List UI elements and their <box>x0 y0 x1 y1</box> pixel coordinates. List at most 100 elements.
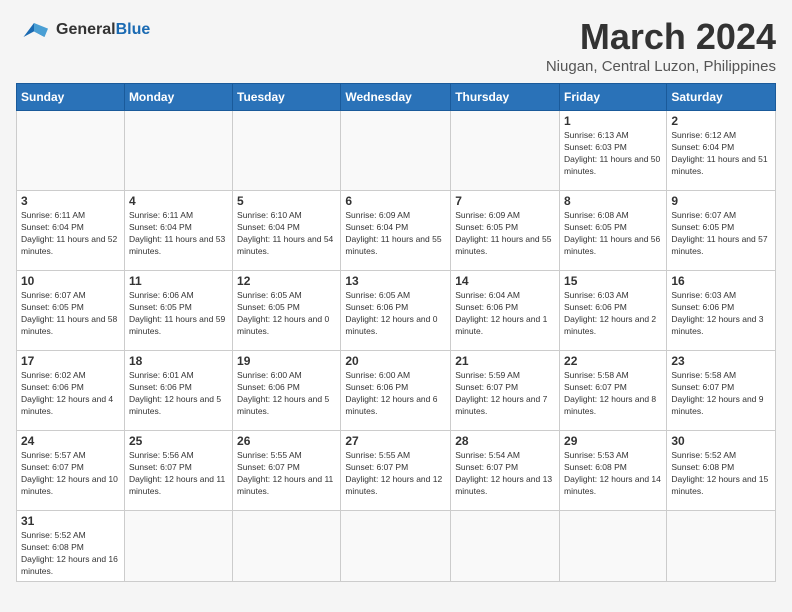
calendar-cell: 11 Sunrise: 6:06 AMSunset: 6:05 PMDayligh… <box>124 271 232 351</box>
day-number: 24 <box>21 434 120 448</box>
day-info: Sunrise: 6:00 AMSunset: 6:06 PMDaylight:… <box>345 370 446 418</box>
calendar-cell: 4 Sunrise: 6:11 AMSunset: 6:04 PMDaylight… <box>124 191 232 271</box>
day-info: Sunrise: 5:54 AMSunset: 6:07 PMDaylight:… <box>455 450 555 498</box>
calendar-week-row: 24Sunrise: 5:57 AMSunset: 6:07 PMDayligh… <box>17 431 776 511</box>
day-info: Sunrise: 5:53 AMSunset: 6:08 PMDaylight:… <box>564 450 662 498</box>
calendar-cell <box>233 111 341 191</box>
calendar-cell: 31 Sunrise: 5:52 AMSunset: 6:08 PMDayligh… <box>17 511 125 582</box>
day-info: Sunrise: 5:59 AMSunset: 6:07 PMDaylight:… <box>455 370 555 418</box>
calendar-cell: 20 Sunrise: 6:00 AMSunset: 6:06 PMDayligh… <box>341 351 451 431</box>
calendar-table: SundayMondayTuesdayWednesdayThursdayFrid… <box>16 83 776 582</box>
day-number: 15 <box>564 274 662 288</box>
day-number: 17 <box>21 354 120 368</box>
generalblue-logo-icon <box>16 16 52 44</box>
column-header-monday: Monday <box>124 84 232 111</box>
calendar-cell: 2 Sunrise: 6:12 AMSunset: 6:04 PMDaylight… <box>667 111 776 191</box>
calendar-cell: 18Sunrise: 6:01 AMSunset: 6:06 PMDayligh… <box>124 351 232 431</box>
day-info: Sunrise: 6:11 AMSunset: 6:04 PMDaylight:… <box>21 210 120 258</box>
calendar-cell: 12Sunrise: 6:05 AMSunset: 6:05 PMDayligh… <box>233 271 341 351</box>
day-number: 12 <box>237 274 336 288</box>
day-info: Sunrise: 5:56 AMSunset: 6:07 PMDaylight:… <box>129 450 228 498</box>
calendar-cell: 7 Sunrise: 6:09 AMSunset: 6:05 PMDaylight… <box>451 191 560 271</box>
calendar-cell: 13 Sunrise: 6:05 AMSunset: 6:06 PMDayligh… <box>341 271 451 351</box>
day-number: 20 <box>345 354 446 368</box>
day-info: Sunrise: 6:11 AMSunset: 6:04 PMDaylight:… <box>129 210 228 258</box>
calendar-week-row: 31 Sunrise: 5:52 AMSunset: 6:08 PMDayligh… <box>17 511 776 582</box>
day-info: Sunrise: 5:55 AMSunset: 6:07 PMDaylight:… <box>345 450 446 498</box>
column-header-saturday: Saturday <box>667 84 776 111</box>
day-number: 5 <box>237 194 336 208</box>
day-info: Sunrise: 6:04 AMSunset: 6:06 PMDaylight:… <box>455 290 555 338</box>
calendar-cell <box>667 511 776 582</box>
calendar-cell: 23 Sunrise: 5:58 AMSunset: 6:07 PMDayligh… <box>667 351 776 431</box>
day-info: Sunrise: 5:52 AMSunset: 6:08 PMDaylight:… <box>21 530 120 578</box>
day-number: 13 <box>345 274 446 288</box>
calendar-cell: 24Sunrise: 5:57 AMSunset: 6:07 PMDayligh… <box>17 431 125 511</box>
calendar-cell <box>451 111 560 191</box>
calendar-cell <box>124 111 232 191</box>
day-info: Sunrise: 6:07 AMSunset: 6:05 PMDaylight:… <box>671 210 771 258</box>
calendar-cell: 28 Sunrise: 5:54 AMSunset: 6:07 PMDayligh… <box>451 431 560 511</box>
day-number: 31 <box>21 514 120 528</box>
day-number: 29 <box>564 434 662 448</box>
day-info: Sunrise: 5:58 AMSunset: 6:07 PMDaylight:… <box>564 370 662 418</box>
calendar-week-row: 17 Sunrise: 6:02 AMSunset: 6:06 PMDayligh… <box>17 351 776 431</box>
column-header-thursday: Thursday <box>451 84 560 111</box>
day-number: 9 <box>671 194 771 208</box>
calendar-week-row: 3 Sunrise: 6:11 AMSunset: 6:04 PMDaylight… <box>17 191 776 271</box>
day-number: 21 <box>455 354 555 368</box>
day-number: 16 <box>671 274 771 288</box>
day-number: 2 <box>671 114 771 128</box>
title-area: March 2024 Niugan, Central Luzon, Philip… <box>546 16 776 75</box>
day-info: Sunrise: 5:52 AMSunset: 6:08 PMDaylight:… <box>671 450 771 498</box>
day-info: Sunrise: 6:05 AMSunset: 6:06 PMDaylight:… <box>345 290 446 338</box>
column-header-friday: Friday <box>560 84 667 111</box>
day-number: 14 <box>455 274 555 288</box>
day-number: 18 <box>129 354 228 368</box>
column-header-sunday: Sunday <box>17 84 125 111</box>
day-info: Sunrise: 5:58 AMSunset: 6:07 PMDaylight:… <box>671 370 771 418</box>
day-number: 4 <box>129 194 228 208</box>
calendar-title: March 2024 <box>546 16 776 58</box>
column-header-wednesday: Wednesday <box>341 84 451 111</box>
calendar-cell: 5Sunrise: 6:10 AMSunset: 6:04 PMDaylight… <box>233 191 341 271</box>
calendar-cell: 1Sunrise: 6:13 AMSunset: 6:03 PMDaylight… <box>560 111 667 191</box>
calendar-cell <box>124 511 232 582</box>
day-info: Sunrise: 6:06 AMSunset: 6:05 PMDaylight:… <box>129 290 228 338</box>
day-info: Sunrise: 6:03 AMSunset: 6:06 PMDaylight:… <box>564 290 662 338</box>
calendar-week-row: 10Sunrise: 6:07 AMSunset: 6:05 PMDayligh… <box>17 271 776 351</box>
day-info: Sunrise: 6:03 AMSunset: 6:06 PMDaylight:… <box>671 290 771 338</box>
calendar-cell: 10Sunrise: 6:07 AMSunset: 6:05 PMDayligh… <box>17 271 125 351</box>
day-number: 23 <box>671 354 771 368</box>
day-number: 11 <box>129 274 228 288</box>
day-info: Sunrise: 6:12 AMSunset: 6:04 PMDaylight:… <box>671 130 771 178</box>
calendar-cell <box>451 511 560 582</box>
calendar-cell: 16 Sunrise: 6:03 AMSunset: 6:06 PMDayligh… <box>667 271 776 351</box>
calendar-cell <box>17 111 125 191</box>
day-number: 19 <box>237 354 336 368</box>
calendar-week-row: 1Sunrise: 6:13 AMSunset: 6:03 PMDaylight… <box>17 111 776 191</box>
day-number: 22 <box>564 354 662 368</box>
calendar-cell: 21 Sunrise: 5:59 AMSunset: 6:07 PMDayligh… <box>451 351 560 431</box>
day-info: Sunrise: 6:09 AMSunset: 6:05 PMDaylight:… <box>455 210 555 258</box>
calendar-cell: 14 Sunrise: 6:04 AMSunset: 6:06 PMDayligh… <box>451 271 560 351</box>
day-number: 6 <box>345 194 446 208</box>
day-info: Sunrise: 6:02 AMSunset: 6:06 PMDaylight:… <box>21 370 120 418</box>
day-number: 8 <box>564 194 662 208</box>
calendar-cell: 9 Sunrise: 6:07 AMSunset: 6:05 PMDaylight… <box>667 191 776 271</box>
calendar-cell: 30Sunrise: 5:52 AMSunset: 6:08 PMDayligh… <box>667 431 776 511</box>
day-info: Sunrise: 6:00 AMSunset: 6:06 PMDaylight:… <box>237 370 336 418</box>
day-number: 27 <box>345 434 446 448</box>
day-info: Sunrise: 6:09 AMSunset: 6:04 PMDaylight:… <box>345 210 446 258</box>
day-number: 25 <box>129 434 228 448</box>
calendar-cell: 6 Sunrise: 6:09 AMSunset: 6:04 PMDaylight… <box>341 191 451 271</box>
calendar-cell: 22 Sunrise: 5:58 AMSunset: 6:07 PMDayligh… <box>560 351 667 431</box>
calendar-cell: 8Sunrise: 6:08 AMSunset: 6:05 PMDaylight… <box>560 191 667 271</box>
day-number: 7 <box>455 194 555 208</box>
calendar-cell: 27 Sunrise: 5:55 AMSunset: 6:07 PMDayligh… <box>341 431 451 511</box>
day-number: 3 <box>21 194 120 208</box>
calendar-cell: 19 Sunrise: 6:00 AMSunset: 6:06 PMDayligh… <box>233 351 341 431</box>
day-number: 1 <box>564 114 662 128</box>
calendar-cell <box>233 511 341 582</box>
day-number: 28 <box>455 434 555 448</box>
